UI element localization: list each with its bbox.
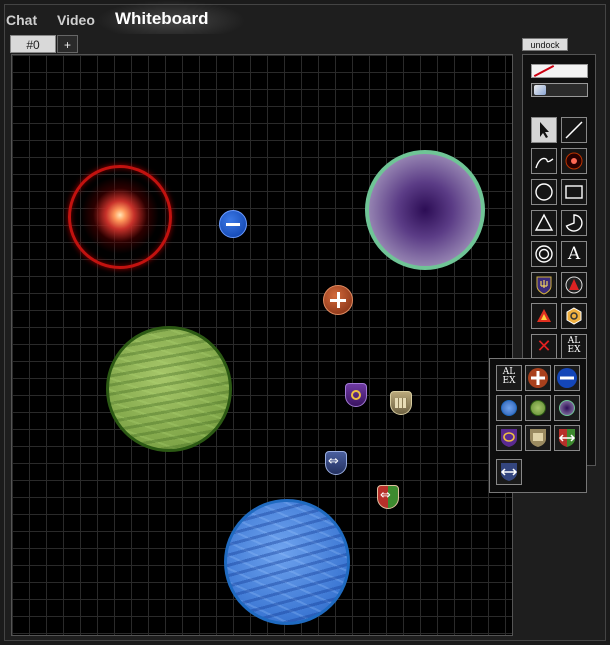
flyout-green-planet[interactable]	[525, 395, 551, 421]
hex-badge-tool[interactable]	[561, 303, 587, 329]
token-flyout-menu: AL EX	[489, 358, 587, 493]
alex-text-tool[interactable]: AL EX	[561, 334, 587, 360]
redgreen-arrows-shield-icon[interactable]	[377, 485, 399, 509]
red-star-icon	[565, 152, 583, 170]
freehand-tool[interactable]	[531, 148, 557, 174]
text-tool[interactable]: A	[561, 241, 587, 267]
plus-icon	[528, 368, 548, 388]
purple-nebula[interactable]	[365, 150, 485, 270]
flyout-purple-nebula[interactable]	[554, 395, 580, 421]
hex-badge-icon	[566, 307, 582, 325]
delete-tool[interactable]: ✕	[531, 334, 557, 360]
flyout-plus-token[interactable]	[525, 365, 551, 391]
emblem-tool[interactable]	[561, 272, 587, 298]
triangle-icon	[534, 213, 554, 231]
alex-text-label: AL EX	[567, 336, 581, 355]
whiteboard-canvas[interactable]	[11, 54, 513, 636]
add-board-button[interactable]: +	[57, 35, 78, 53]
tab-chat[interactable]: Chat	[6, 12, 37, 28]
pointer-icon	[540, 122, 549, 138]
red-star-ring[interactable]	[68, 165, 172, 269]
flyout-tan-shield[interactable]	[525, 425, 551, 451]
rectangle-tool[interactable]	[561, 179, 587, 205]
ring-icon	[535, 245, 553, 263]
green-planet-icon	[530, 400, 546, 416]
flyout-blue-planet[interactable]	[496, 395, 522, 421]
delete-icon: ✕	[536, 336, 552, 357]
red-emblem-icon	[565, 276, 583, 294]
ring-tool[interactable]	[531, 241, 557, 267]
plus-token[interactable]	[323, 285, 353, 315]
fleet-tool[interactable]	[531, 303, 557, 329]
board-tab-0[interactable]: #0	[10, 35, 56, 53]
circle-tool[interactable]	[531, 179, 557, 205]
text-tool-glyph: A	[567, 244, 581, 264]
line-tool[interactable]	[561, 117, 587, 143]
flyout-alex-text[interactable]: AL EX	[496, 365, 522, 391]
select-tool[interactable]	[531, 117, 557, 143]
trident-shield-tool[interactable]	[531, 272, 557, 298]
triangle-tool[interactable]	[531, 210, 557, 236]
tab-whiteboard[interactable]: Whiteboard	[115, 9, 209, 29]
minus-icon	[557, 368, 577, 388]
pie-tool[interactable]	[561, 210, 587, 236]
undock-button[interactable]: undock	[522, 38, 568, 51]
pie-icon	[565, 214, 583, 232]
trident-shield-icon	[536, 276, 552, 295]
tab-video[interactable]: Video	[57, 12, 95, 28]
navy-arrows-icon	[500, 463, 518, 481]
tab-bar: Chat Video Whiteboard	[0, 0, 610, 34]
violet-ring-shield-icon	[501, 429, 517, 447]
blue-planet[interactable]	[224, 499, 350, 625]
tan-shield-icon	[530, 429, 546, 447]
flyout-redgreen-shield[interactable]	[554, 425, 580, 451]
purple-nebula-icon	[559, 400, 575, 416]
blue-planet-icon	[501, 400, 517, 416]
freehand-icon	[535, 157, 554, 169]
navy-arrows-shield-icon[interactable]	[325, 451, 347, 475]
tan-shield-icon[interactable]	[390, 391, 412, 415]
stroke-color-picker[interactable]	[531, 64, 588, 78]
redgreen-arrows-icon	[558, 429, 576, 447]
flyout-alex-label: AL EX	[502, 367, 516, 386]
flyout-navy-shield[interactable]	[496, 459, 522, 485]
flyout-minus-token[interactable]	[554, 365, 580, 391]
green-planet[interactable]	[106, 326, 232, 452]
line-icon	[565, 121, 583, 139]
star-tool[interactable]	[561, 148, 587, 174]
circle-icon	[535, 183, 553, 201]
fleet-icon	[537, 309, 551, 322]
flyout-violet-shield[interactable]	[496, 425, 522, 451]
minus-token[interactable]	[219, 210, 247, 238]
rectangle-icon	[565, 185, 583, 199]
violet-shield-icon[interactable]	[345, 383, 367, 407]
fill-color-picker[interactable]	[531, 83, 588, 97]
